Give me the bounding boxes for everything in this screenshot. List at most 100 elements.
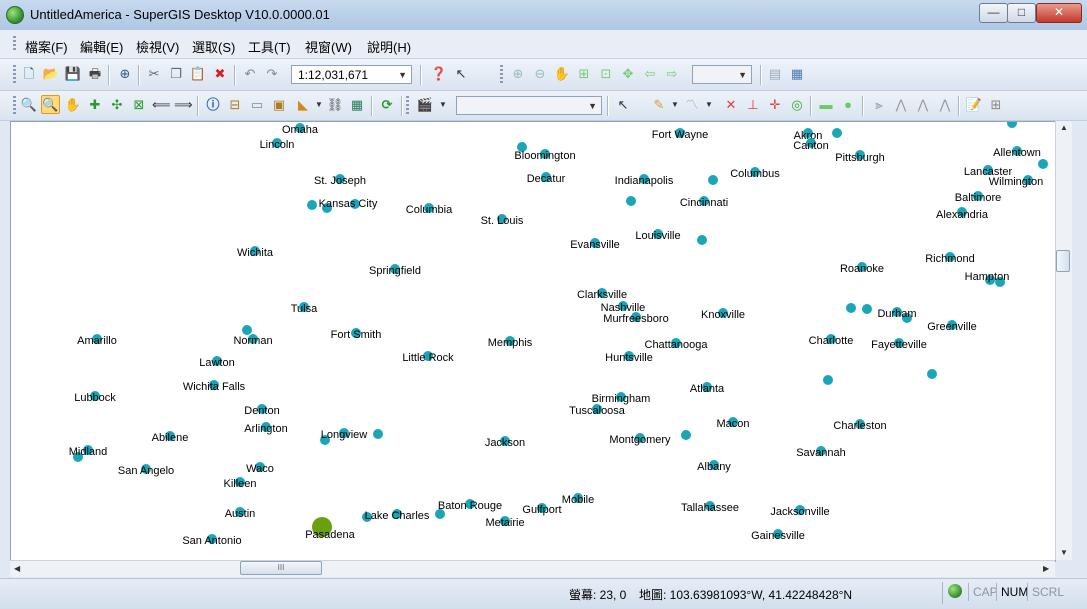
- scroll-down-icon[interactable]: ▼: [1060, 548, 1068, 557]
- city-point[interactable]: [681, 430, 691, 440]
- menu-file[interactable]: 檔案(F): [25, 37, 68, 56]
- city-point[interactable]: [242, 325, 252, 335]
- forward-arrow-icon[interactable]: ⟹: [174, 96, 193, 114]
- menu-tools[interactable]: 工具(T): [248, 37, 291, 56]
- menu-selection[interactable]: 選取(S): [192, 37, 235, 56]
- ellipse-icon[interactable]: ●: [839, 96, 857, 114]
- map-svg[interactable]: Omaha Lincoln St. Joseph Kansas City Columbi…: [11, 122, 1055, 561]
- snapping-icon[interactable]: ⊞: [987, 96, 1005, 114]
- identify-info-icon[interactable]: ⓘ: [204, 96, 222, 114]
- menu-help[interactable]: 說明(H): [367, 37, 411, 56]
- help-icon[interactable]: ❓: [430, 65, 448, 83]
- chevron-down-icon[interactable]: ▼: [738, 66, 747, 85]
- zoom-in-icon[interactable]: 🔍: [20, 96, 38, 114]
- app-globe-icon[interactable]: [6, 6, 24, 24]
- animation-dropdown-icon[interactable]: ▼: [434, 96, 452, 114]
- vertical-scrollbar[interactable]: ▲ ▼: [1055, 121, 1072, 560]
- city-point[interactable]: [697, 235, 707, 245]
- toolbar-grip[interactable]: [13, 65, 16, 83]
- fixed-zoom-icon[interactable]: ✚: [86, 96, 104, 114]
- next-extent-icon[interactable]: ⇨: [663, 65, 681, 83]
- trace-icon[interactable]: 〽: [683, 96, 701, 114]
- trace-dropdown-icon[interactable]: ▼: [700, 96, 718, 114]
- sketch-dropdown-icon[interactable]: ▼: [666, 96, 684, 114]
- vertical-scroll-thumb[interactable]: [1056, 250, 1070, 272]
- whats-this-icon[interactable]: ↖: [452, 65, 470, 83]
- attribute-table-icon[interactable]: ▣: [270, 96, 288, 114]
- edit-attributes-icon[interactable]: 📝: [965, 96, 983, 114]
- city-point[interactable]: [927, 369, 937, 379]
- scroll-right-icon[interactable]: ▶: [1043, 564, 1049, 573]
- city-point[interactable]: [626, 196, 636, 206]
- pan-hand-icon[interactable]: ✋: [64, 96, 82, 114]
- copy-icon[interactable]: ❐: [167, 65, 185, 83]
- perpendicular-icon[interactable]: ⊥: [744, 96, 762, 114]
- select-feature-icon[interactable]: ▭: [248, 96, 266, 114]
- split-icon[interactable]: ⋀: [914, 96, 932, 114]
- save-icon[interactable]: 💾: [64, 65, 82, 83]
- crosshair-icon[interactable]: ✛: [766, 96, 784, 114]
- map-scale-combo[interactable]: 1:12,031,671 ▼: [291, 65, 412, 84]
- add-data-icon[interactable]: ⊕: [116, 65, 134, 83]
- minimize-button[interactable]: —: [979, 3, 1008, 23]
- city-point[interactable]: [832, 128, 842, 138]
- refresh-icon[interactable]: ⟳: [378, 96, 396, 114]
- restore-button[interactable]: □: [1007, 3, 1036, 23]
- map-canvas[interactable]: Omaha Lincoln St. Joseph Kansas City Columbi…: [10, 121, 1056, 562]
- paste-icon[interactable]: 📋: [189, 65, 207, 83]
- layout-pan-icon[interactable]: ✋: [553, 65, 571, 83]
- scroll-up-icon[interactable]: ▲: [1060, 123, 1068, 132]
- city-point[interactable]: [708, 175, 718, 185]
- toolbar-grip-3[interactable]: [13, 96, 16, 114]
- edit-pointer-icon[interactable]: ↖: [614, 96, 632, 114]
- zoom-100-icon[interactable]: ⊡: [597, 65, 615, 83]
- zoom-layer-icon[interactable]: ⊠: [130, 96, 148, 114]
- toolbar-grip-2[interactable]: [500, 65, 503, 83]
- chevron-down-icon[interactable]: ▼: [588, 97, 597, 116]
- city-point[interactable]: [846, 303, 856, 313]
- merge-icon[interactable]: ⋀: [892, 96, 910, 114]
- print-icon[interactable]: 🖶: [86, 65, 104, 83]
- fixed-zoom-out-icon[interactable]: ⊖: [531, 65, 549, 83]
- chevron-down-icon[interactable]: ▼: [398, 66, 407, 85]
- layout-icon[interactable]: ▤: [766, 65, 784, 83]
- city-point[interactable]: [1007, 122, 1017, 128]
- close-button[interactable]: ✕: [1036, 3, 1082, 23]
- zoom-out-icon[interactable]: 🔍: [41, 95, 60, 114]
- rectangle-icon[interactable]: ▬: [817, 96, 835, 114]
- mirror-icon[interactable]: ⫸: [870, 96, 888, 114]
- redo-icon[interactable]: ↷: [263, 65, 281, 83]
- city-point[interactable]: [862, 304, 872, 314]
- delete-icon[interactable]: ✖: [211, 65, 229, 83]
- menu-grip[interactable]: [13, 36, 16, 52]
- zoom-selected-icon[interactable]: ✥: [619, 65, 637, 83]
- fixed-zoom-in-icon[interactable]: ⊕: [509, 65, 527, 83]
- grid-table-icon[interactable]: ▦: [348, 96, 366, 114]
- union-icon[interactable]: ⋀: [936, 96, 954, 114]
- open-folder-icon[interactable]: 📂: [42, 65, 60, 83]
- layout-zoom-combo[interactable]: ▼: [692, 65, 752, 84]
- map-frame-icon[interactable]: ▦: [788, 65, 806, 83]
- scroll-left-icon[interactable]: ◀: [14, 564, 20, 573]
- circle-target-icon[interactable]: ◎: [788, 96, 806, 114]
- undo-icon[interactable]: ↶: [241, 65, 259, 83]
- city-point[interactable]: [373, 429, 383, 439]
- city-point[interactable]: [1038, 159, 1048, 169]
- city-point[interactable]: [823, 375, 833, 385]
- full-extent-icon[interactable]: ✣: [108, 96, 126, 114]
- new-document-icon[interactable]: 🗋: [20, 65, 38, 83]
- clapboard-icon[interactable]: 🎬: [416, 96, 434, 114]
- menu-window[interactable]: 視窗(W): [305, 37, 352, 56]
- horizontal-scrollbar[interactable]: ◀ ▶: [10, 560, 1055, 577]
- cross-icon[interactable]: ✕: [722, 96, 740, 114]
- city-point[interactable]: [307, 200, 317, 210]
- horizontal-scroll-thumb[interactable]: III: [240, 561, 322, 575]
- hyperlink-icon[interactable]: ⛓: [326, 96, 344, 114]
- target-layer-combo[interactable]: ▼: [456, 96, 602, 115]
- cut-icon[interactable]: ✂: [145, 65, 163, 83]
- zoom-whole-page-icon[interactable]: ⊞: [575, 65, 593, 83]
- previous-extent-icon[interactable]: ⇦: [641, 65, 659, 83]
- menu-view[interactable]: 檢視(V): [136, 37, 179, 56]
- toolbar-grip-4[interactable]: [406, 96, 409, 114]
- menu-edit[interactable]: 編輯(E): [80, 37, 123, 56]
